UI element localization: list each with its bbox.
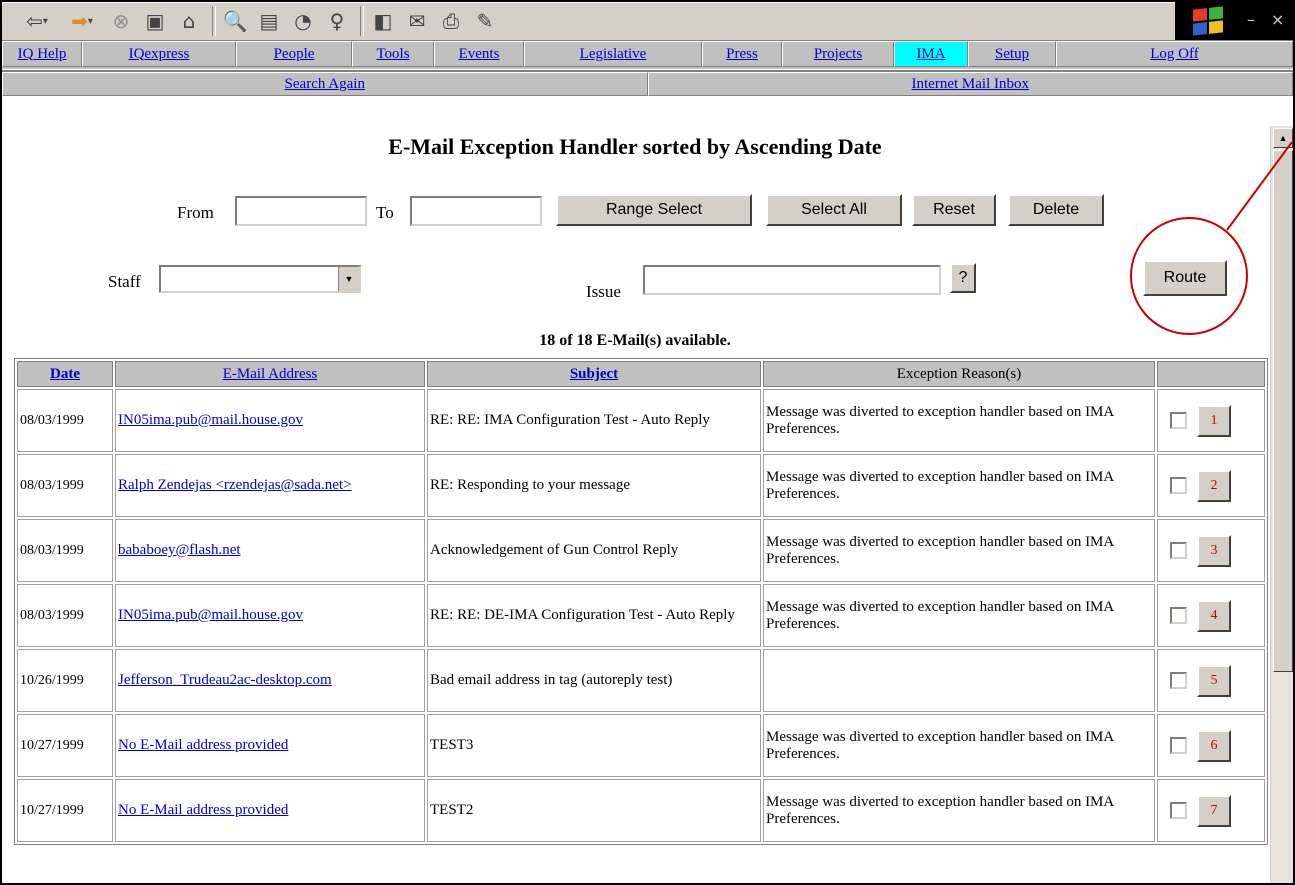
browser-window: ⇦ ▾ ➡ ▾ ⊗ ▣ ⌂ 🔍 ▤ ◔ ♀ ◧ ✉ ⎙ ✎ – × IQ Help … — [0, 0, 1295, 885]
annotation-line — [1226, 141, 1293, 231]
